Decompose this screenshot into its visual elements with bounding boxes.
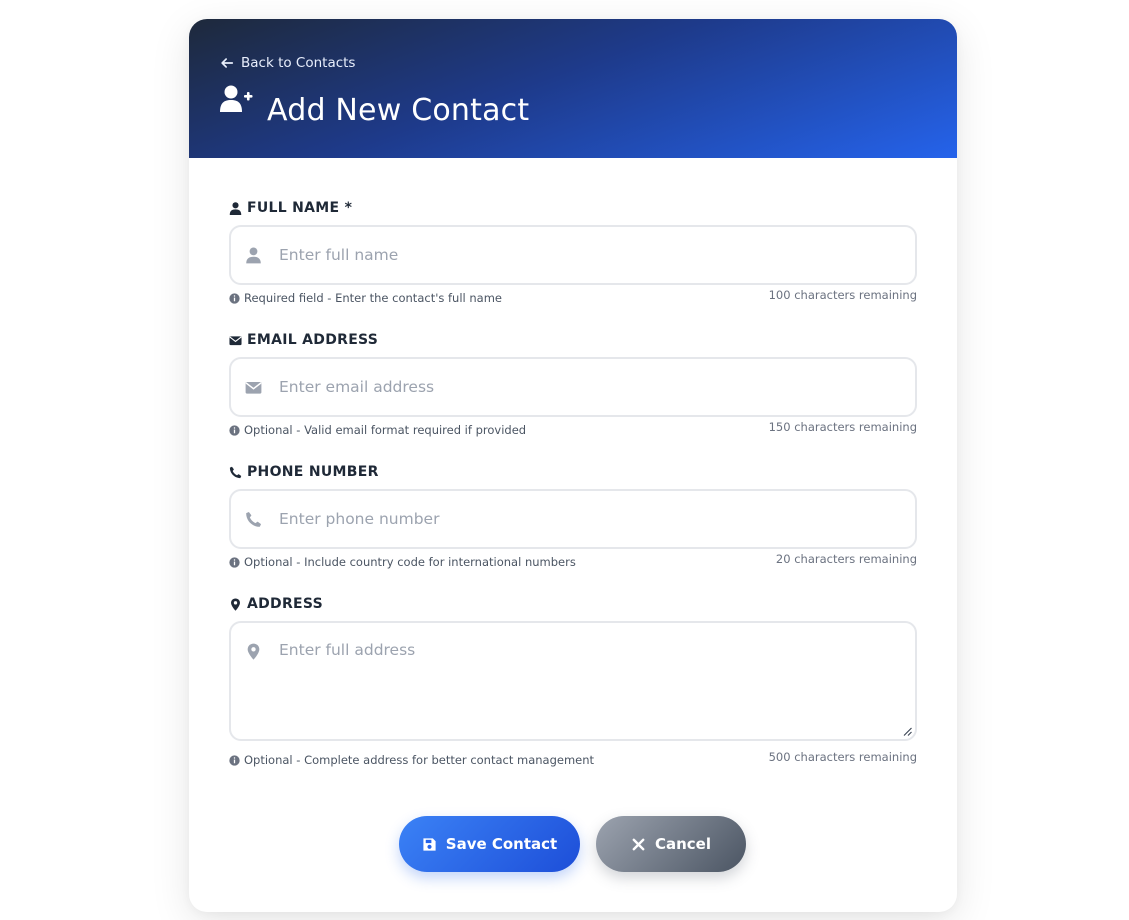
phone-icon — [229, 466, 242, 478]
full-name-label-text: FULL NAME * — [247, 200, 353, 216]
phone-char-counter: 20 characters remaining — [775, 552, 917, 566]
resize-handle-icon[interactable] — [903, 727, 912, 736]
save-contact-button[interactable]: Save Contact — [399, 816, 580, 872]
email-char-counter: 150 characters remaining — [768, 420, 917, 434]
back-link-label: Back to Contacts — [241, 55, 356, 71]
full-name-char-counter: 100 characters remaining — [768, 288, 917, 302]
address-field: ADDRESS Optional - Complete address for … — [229, 595, 917, 771]
map-marker-input-icon — [247, 643, 260, 660]
email-input-wrapper — [229, 357, 917, 417]
phone-input-icon — [246, 511, 262, 527]
save-button-label: Save Contact — [445, 835, 558, 853]
page-title: Add New Contact — [267, 93, 530, 128]
phone-field: PHONE NUMBER Optional - Include country … — [229, 463, 917, 573]
close-icon — [632, 838, 645, 850]
phone-label-text: PHONE NUMBER — [247, 464, 379, 480]
info-circle-icon — [229, 424, 240, 436]
full-name-input-wrapper — [229, 225, 917, 285]
address-input-wrapper — [229, 621, 917, 741]
address-hint-text: Optional - Complete address for better c… — [244, 753, 595, 767]
arrow-left-icon — [221, 58, 234, 68]
envelope-input-icon — [245, 382, 262, 394]
email-label-text: EMAIL ADDRESS — [247, 332, 379, 348]
address-hint: Optional - Complete address for better c… — [229, 753, 594, 767]
title-row: Add New Contact — [220, 85, 529, 128]
phone-hint: Optional - Include country code for inte… — [229, 555, 576, 569]
phone-label: PHONE NUMBER — [229, 463, 917, 481]
user-plus-icon — [220, 85, 253, 112]
phone-input-wrapper — [229, 489, 917, 549]
full-name-hint-text: Required field - Enter the contact's ful… — [244, 291, 503, 305]
full-name-hint: Required field - Enter the contact's ful… — [229, 291, 502, 305]
email-input[interactable] — [279, 359, 899, 415]
cancel-button-label: Cancel — [654, 835, 711, 853]
user-icon — [229, 201, 242, 215]
info-circle-icon — [229, 292, 240, 304]
back-to-contacts-link[interactable]: Back to Contacts — [220, 55, 355, 71]
phone-hint-text: Optional - Include country code for inte… — [244, 555, 576, 569]
email-field: EMAIL ADDRESS Optional - Valid email for… — [229, 331, 917, 441]
address-label-text: ADDRESS — [247, 596, 324, 612]
info-circle-icon — [229, 754, 240, 766]
email-label: EMAIL ADDRESS — [229, 331, 917, 349]
floppy-disk-icon — [423, 837, 436, 851]
cancel-button[interactable]: Cancel — [596, 816, 746, 872]
contact-form-card: Back to Contacts Add New Contact FULL NA… — [189, 19, 957, 912]
full-name-label: FULL NAME * — [229, 199, 917, 217]
user-input-icon — [246, 247, 261, 264]
phone-input[interactable] — [279, 491, 899, 547]
full-name-field: FULL NAME * Required field - Enter the c… — [229, 199, 917, 309]
form-header: Back to Contacts Add New Contact — [189, 19, 957, 158]
address-label: ADDRESS — [229, 595, 917, 613]
email-hint: Optional - Valid email format required i… — [229, 423, 526, 437]
email-hint-text: Optional - Valid email format required i… — [244, 423, 527, 437]
address-char-counter: 500 characters remaining — [768, 750, 917, 764]
full-name-input[interactable] — [279, 227, 899, 283]
info-circle-icon — [229, 556, 240, 568]
address-textarea[interactable] — [279, 641, 899, 731]
map-marker-icon — [231, 597, 240, 611]
envelope-icon — [229, 335, 242, 345]
